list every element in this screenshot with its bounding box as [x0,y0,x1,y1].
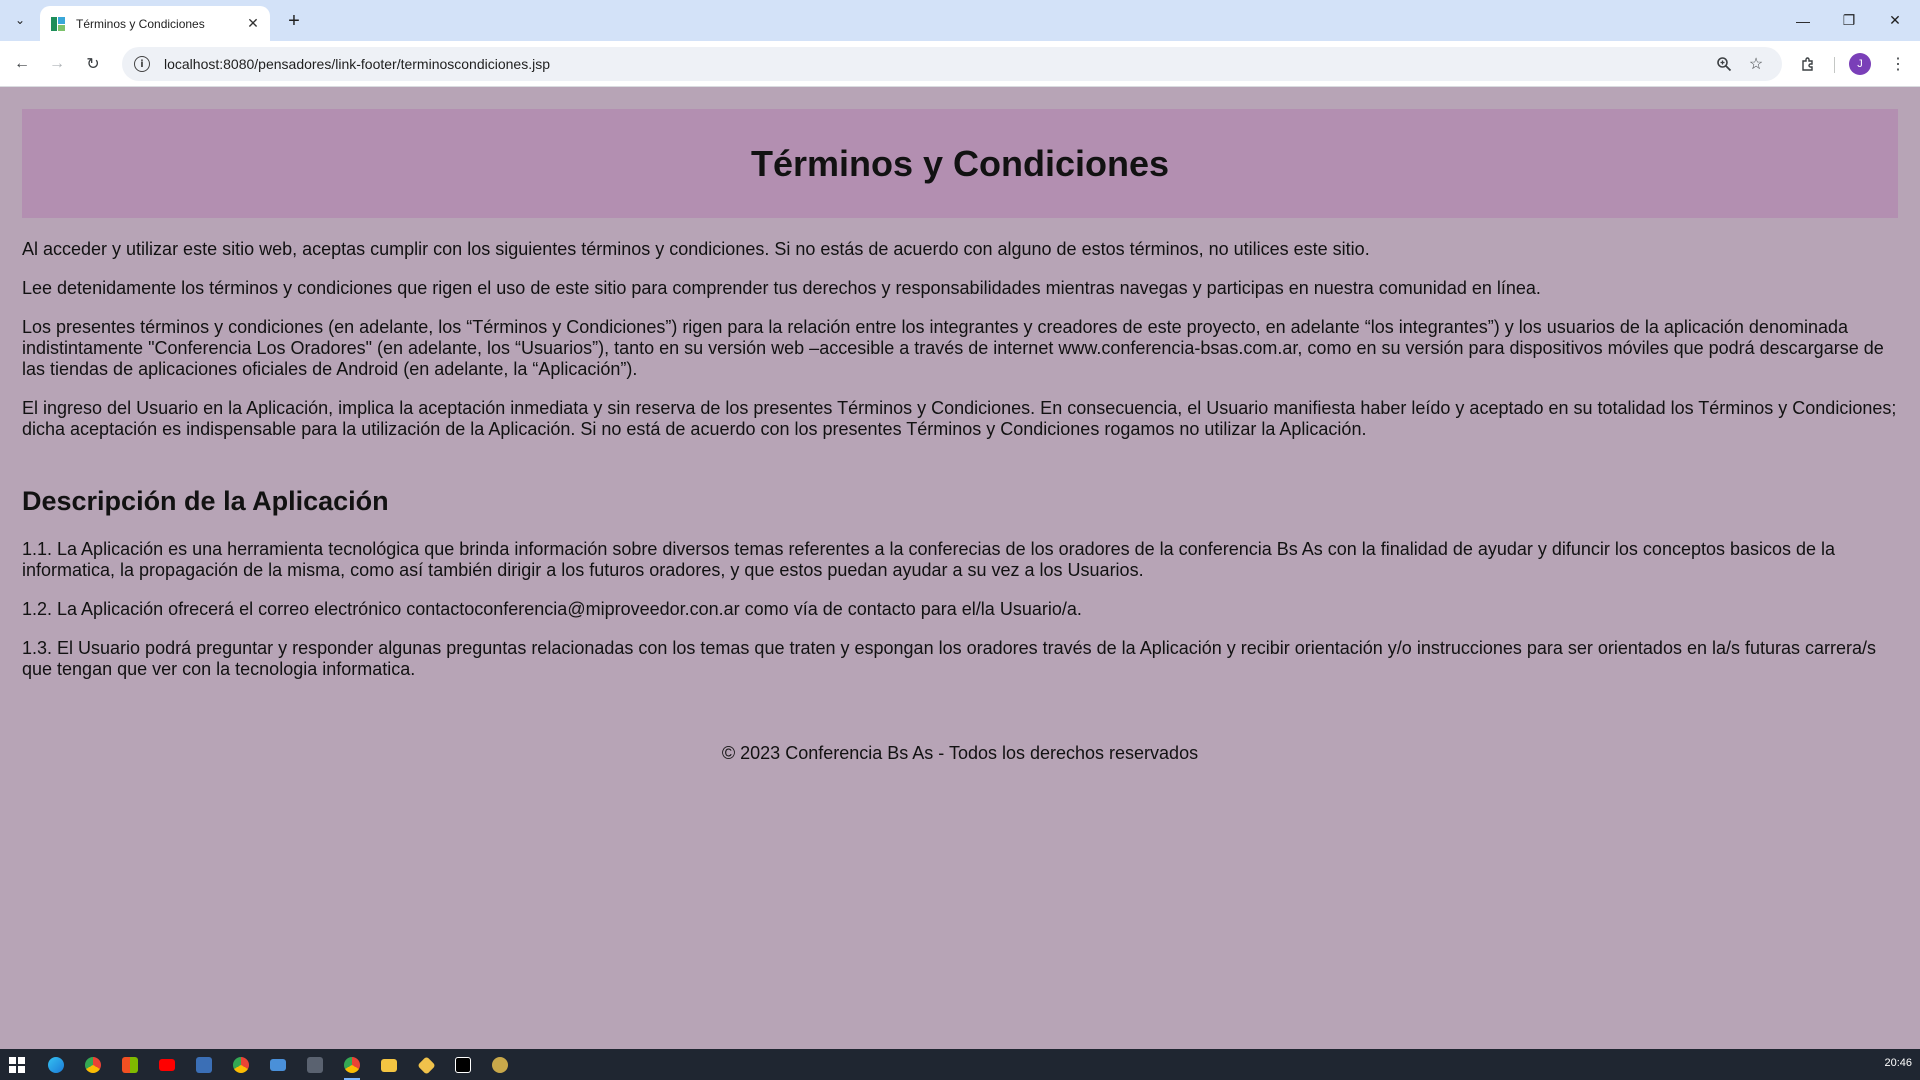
intro-paragraph: Al acceder y utilizar este sitio web, ac… [22,239,1370,259]
tab-strip: ⌄ Términos y Condiciones ✕ + — ❐ ✕ [0,0,1920,41]
intellij-icon[interactable] [451,1053,475,1077]
tab-title: Términos y Condiciones [76,16,205,31]
section-item: 1.1. La Aplicación es una herramienta te… [22,539,1836,580]
calculator-icon[interactable] [303,1053,327,1077]
toolbar-separator [1834,57,1835,73]
back-arrow-icon[interactable]: ← [8,50,36,78]
git-tool-icon[interactable] [414,1053,438,1077]
profile-avatar[interactable]: J [1849,53,1871,75]
bookmark-star-icon[interactable]: ☆ [1742,50,1770,78]
zoom-magnifier-icon[interactable] [1710,50,1738,78]
page-header: Términos y Condiciones [22,109,1898,218]
file-explorer-folder-icon[interactable] [377,1053,401,1077]
tab-close-icon[interactable]: ✕ [244,15,262,33]
chrome-icon[interactable] [229,1053,253,1077]
section-title: Descripción de la Aplicación [22,486,389,516]
tab-search-chevron-icon[interactable]: ⌄ [8,8,32,32]
section-item: 1.3. El Usuario podrá preguntar y respon… [22,638,1877,679]
address-bar[interactable]: i localhost:8080/pensadores/link-footer/… [122,47,1782,81]
vscode-icon[interactable] [192,1053,216,1077]
more-menu-kebab-icon[interactable]: ⋮ [1884,50,1912,78]
url-text[interactable]: localhost:8080/pensadores/link-footer/te… [164,56,1706,72]
minimize-window-icon[interactable]: — [1780,0,1826,41]
taskbar-clock[interactable]: 20:46 [1884,1057,1912,1069]
site-info-icon[interactable]: i [134,56,150,72]
page-title: Términos y Condiciones [750,142,1170,184]
remote-desktop-icon[interactable] [266,1053,290,1077]
chrome-active-icon[interactable] [340,1053,364,1080]
site-favicon-icon [50,16,66,32]
store-grid-icon[interactable] [118,1053,142,1077]
page-footer: © 2023 Conferencia Bs As - Todos los der… [721,743,1199,763]
new-tab-plus-icon[interactable]: + [282,9,306,33]
chrome-icon[interactable] [81,1053,105,1077]
youtube-icon[interactable] [155,1053,179,1077]
intro-paragraph: Lee detenidamente los términos y condici… [22,278,1541,298]
extensions-puzzle-icon[interactable] [1794,50,1822,78]
close-window-icon[interactable]: ✕ [1872,0,1918,41]
section-item: 1.2. La Aplicación ofrecerá el correo el… [22,599,1082,619]
reload-icon[interactable]: ↻ [79,50,107,78]
browser-toolbar: ← → ↻ i localhost:8080/pensadores/link-f… [0,41,1920,87]
page-body: Términos y Condiciones Al acceder y util… [0,87,1920,1049]
tab-active[interactable]: Términos y Condiciones ✕ [40,6,270,41]
os-taskbar: 20:46 [0,1049,1920,1080]
start-windows-icon[interactable] [5,1053,29,1077]
intro-paragraph: El ingreso del Usuario en la Aplicación,… [22,398,1897,439]
app-shortcut-icon[interactable] [488,1053,512,1077]
intro-paragraph: Los presentes términos y condiciones (en… [22,317,1884,379]
terms-content: Al acceder y utilizar este sitio web, ac… [22,239,1898,698]
forward-arrow-icon[interactable]: → [43,50,71,78]
restore-window-icon[interactable]: ❐ [1826,0,1872,41]
edge-browser-icon[interactable] [44,1053,68,1077]
